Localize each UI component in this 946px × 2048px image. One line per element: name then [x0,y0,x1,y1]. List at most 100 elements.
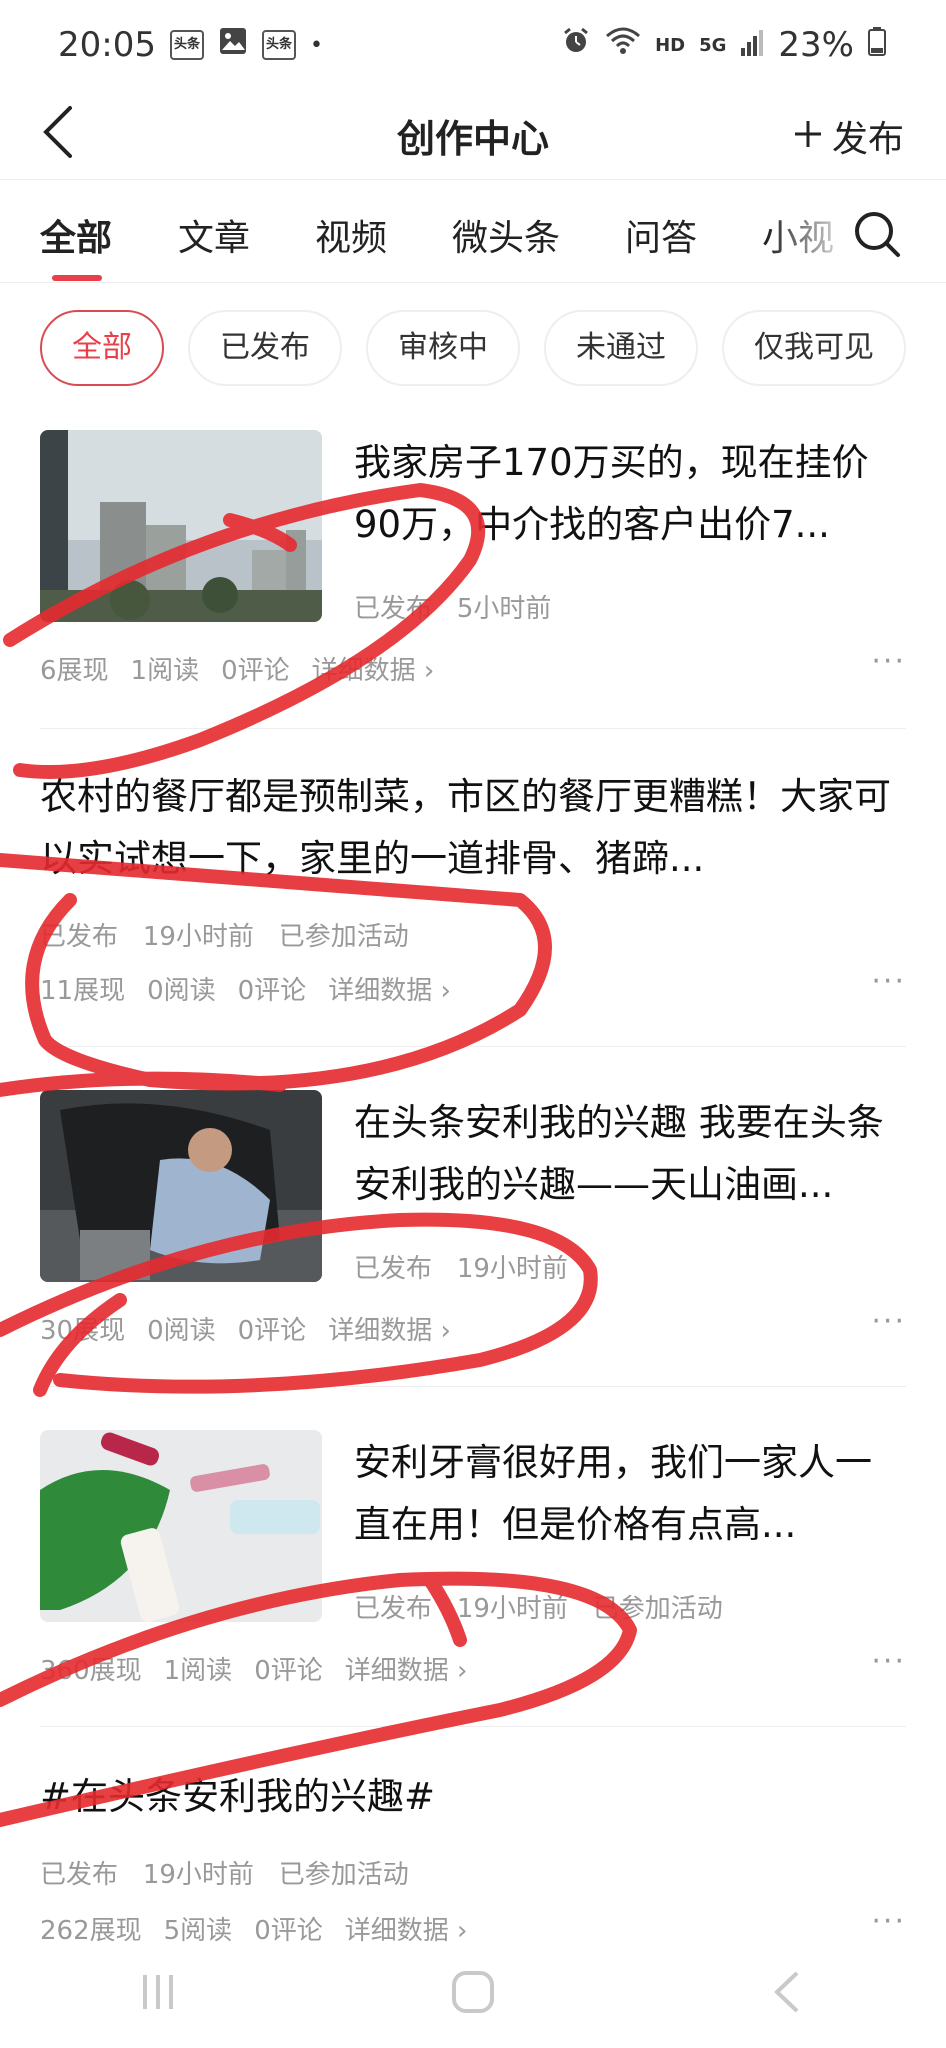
list-item[interactable]: #在头条安利我的兴趣# 已发布 19小时前 已参加活动 262展现 5阅读 0评… [40,1766,906,1946]
red-scribble-overlay [0,483,637,1827]
more-notifications-dot: • [309,32,323,58]
item-title: 安利牙膏很好用，我们一家人一直在用！但是价格有点高... [354,1441,872,1546]
search-button[interactable] [848,205,908,265]
wifi-icon [605,25,641,65]
comments-count: 0评论 [237,976,307,1006]
tabs-fade [766,199,856,269]
details-link[interactable]: 详细数据 › [312,650,435,687]
list-item[interactable]: 我家房子170万买的，现在挂价90万，中介找的客户出价7... 已发布 5小时前… [40,430,906,700]
home-button[interactable] [448,1967,498,2021]
tab-videos[interactable]: 视频 [315,209,387,261]
activity-tag: 已参加活动 [592,1594,723,1624]
home-icon [451,1971,494,2013]
item-status: 已发布 [354,1254,433,1284]
system-back-button[interactable] [763,1967,813,2021]
filter-rejected[interactable]: 未通过 [544,310,698,386]
filter-published[interactable]: 已发布 [188,310,342,386]
item-time: 19小时前 [456,1594,568,1624]
item-status: 已发布 [354,1594,433,1624]
impressions-count: 30展现 [40,1316,126,1346]
content-type-tabs: 全部 文章 视频 微头条 问答 小视 [0,181,946,283]
reads-count: 1阅读 [163,1656,233,1686]
more-options-button[interactable]: ··· [871,1304,906,1339]
publish-button[interactable]: 发布 [792,110,904,162]
more-options-button[interactable]: ··· [871,644,906,679]
recent-apps-icon [142,1975,173,2009]
tab-micro-posts[interactable]: 微头条 [452,209,560,261]
signal-icon [740,25,764,65]
toutiao-notification-icon: 头条 [169,30,204,60]
item-title: #在头条安利我的兴趣# [40,1775,436,1818]
comments-count: 0评论 [221,656,290,686]
more-options-button[interactable]: ··· [871,1644,906,1679]
item-time: 19小时前 [142,1860,254,1890]
item-meta: 已发布 19小时前 已参加活动 [354,1588,723,1625]
publish-label: 发布 [831,119,904,160]
item-title: 我家房子170万买的，现在挂价90万，中介找的客户出价7... [354,441,869,546]
back-arrow-icon [774,1971,799,2013]
battery-percent: 23% [778,25,854,65]
item-time: 19小时前 [142,922,254,952]
thumbnail-products [40,1430,322,1622]
list-item[interactable]: 安利牙膏很好用，我们一家人一直在用！但是价格有点高... 已发布 19小时前 已… [40,1430,906,1690]
tab-qa[interactable]: 问答 [625,209,697,261]
status-filter-bar: 全部 已发布 审核中 未通过 仅我可见 [40,310,906,386]
filter-private[interactable]: 仅我可见 [722,310,906,386]
network-type: 5G [699,34,727,56]
filter-reviewing[interactable]: 审核中 [366,310,520,386]
item-title: 在头条安利我的兴趣 我要在头条安利我的兴趣——天山油画... [354,1101,884,1206]
item-meta: 已发布 5小时前 [354,588,551,625]
hd-indicator: HD [655,34,686,56]
more-options-button[interactable]: ··· [871,1904,906,1939]
tab-articles[interactable]: 文章 [178,209,250,261]
active-tab-indicator [52,275,102,281]
details-link[interactable]: 详细数据 › [328,970,451,1007]
activity-tag: 已参加活动 [278,1860,409,1890]
status-bar: 20:05 头条 头条 • HD 5G 23% [0,0,946,90]
item-meta: 已发布 19小时前 [354,1248,568,1285]
impressions-count: 11展现 [40,976,126,1006]
divider [40,1046,906,1047]
activity-tag: 已参加活动 [278,922,409,952]
system-navigation-bar [0,1940,946,2048]
list-item[interactable]: 农村的餐厅都是预制菜，市区的餐厅更糟糕！大家可以实试想一下，家里的一道排骨、猪蹄… [40,766,906,1006]
impressions-count: 360展现 [40,1656,142,1686]
plus-icon [792,116,824,156]
item-stats: 360展现 1阅读 0评论 详细数据 › [40,1650,467,1687]
item-stats: 6展现 1阅读 0评论 详细数据 › [40,650,434,687]
reads-count: 0阅读 [147,1316,216,1346]
alarm-icon [561,25,591,65]
divider [40,1386,906,1387]
item-status: 已发布 [40,1860,119,1890]
impressions-count: 6展现 [40,656,109,686]
item-stats: 11展现 0阅读 0评论 详细数据 › [40,970,451,1007]
tab-all[interactable]: 全部 [40,209,112,261]
item-title: 农村的餐厅都是预制菜，市区的餐厅更糟糕！大家可以实试想一下，家里的一道排骨、猪蹄… [40,775,891,880]
item-meta: 已发布 19小时前 已参加活动 [40,1854,409,1891]
header-bar: 创作中心 发布 [0,90,946,180]
item-meta: 已发布 19小时前 已参加活动 [40,916,409,953]
toutiao-notification-icon-2: 头条 [261,30,296,60]
gallery-notification-icon [218,25,248,65]
thumbnail-person [40,1090,322,1282]
comments-count: 0评论 [237,1316,307,1346]
item-stats: 30展现 0阅读 0评论 详细数据 › [40,1310,451,1347]
filter-all[interactable]: 全部 [40,310,164,386]
list-item[interactable]: 在头条安利我的兴趣 我要在头条安利我的兴趣——天山油画... 已发布 19小时前… [40,1090,906,1350]
battery-icon [868,25,886,65]
reads-count: 1阅读 [130,656,200,686]
more-options-button[interactable]: ··· [871,964,906,999]
thumbnail-buildings [40,430,322,622]
item-status: 已发布 [354,594,433,624]
item-time: 19小时前 [456,1254,568,1284]
divider [40,1726,906,1727]
recent-apps-button[interactable] [133,1967,183,2021]
item-status: 已发布 [40,922,119,952]
search-icon [855,212,900,257]
clock: 20:05 [58,25,156,65]
divider [40,728,906,729]
details-link[interactable]: 详细数据 › [345,1650,468,1687]
item-time: 5小时前 [456,594,552,624]
details-link[interactable]: 详细数据 › [328,1310,451,1347]
reads-count: 0阅读 [147,976,216,1006]
